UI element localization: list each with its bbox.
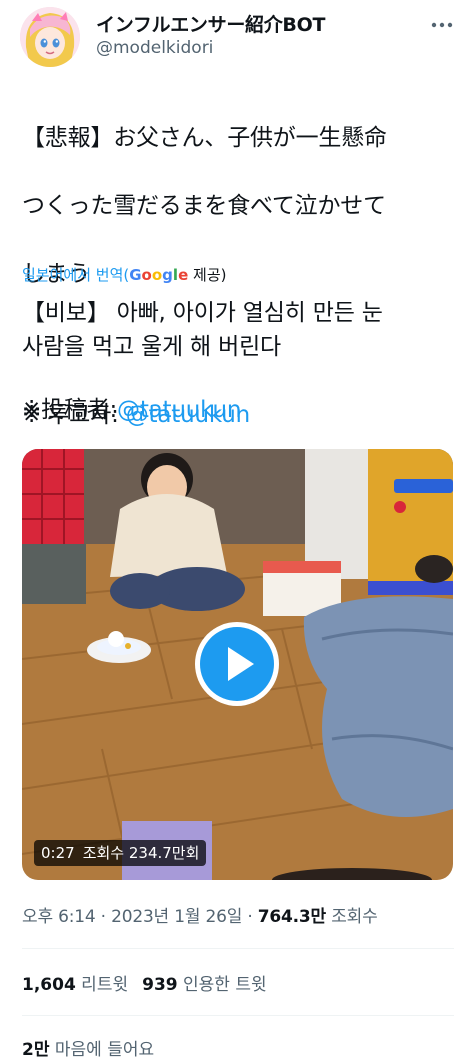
translated-poster-credit: ※ 투고자: @tatuukun <box>22 398 462 432</box>
profile-avatar[interactable] <box>20 7 80 67</box>
retweets-stat[interactable]: 1,604 리트윗 <box>22 975 128 995</box>
play-button[interactable] <box>195 622 279 706</box>
video-view-count: 조회수 234.7만회 <box>82 844 200 862</box>
views-count: 764.3만 <box>257 907 326 927</box>
tweet-date[interactable]: 2023년 1월 26일 <box>111 907 242 927</box>
retweets-label: 리트윗 <box>75 975 129 995</box>
display-name[interactable]: インフルエンサー紹介BOT <box>96 10 325 37</box>
translated-poster-prefix: ※ 투고자: <box>22 402 126 428</box>
translated-text-line: 사람을 먹고 울게 해 버린다 <box>22 334 282 360</box>
more-horizontal-icon[interactable] <box>430 14 454 28</box>
tweet-text-line: つくった雪だるまを食べて泣かせて <box>22 193 386 219</box>
likes-count: 2만 <box>22 1040 50 1060</box>
avatar-illustration <box>20 7 80 67</box>
translation-source-label: 일본어에서 번역( <box>22 266 130 284</box>
user-handle[interactable]: @modelkidori <box>96 38 213 58</box>
likes-stat[interactable]: 2만 마음에 들어요 <box>22 1035 154 1060</box>
translated-text: 【비보】 아빠, 아이가 열심히 만든 눈 사람을 먹고 울게 해 버린다 ※ … <box>22 296 462 432</box>
translated-poster-mention-link[interactable]: @tatuukun <box>126 402 250 428</box>
video-player[interactable]: 0:27 조회수 234.7만회 <box>22 449 453 880</box>
engagement-stats: 1,604 리트윗 939 인용한 트윗 <box>22 970 267 995</box>
translated-text-blank <box>22 364 462 398</box>
quotes-count: 939 <box>142 975 178 995</box>
divider <box>22 948 454 949</box>
meta-separator: · <box>95 907 112 927</box>
video-duration: 0:27 <box>41 844 75 862</box>
tweet-meta: 오후 6:14 · 2023년 1월 26일 · 764.3만 조회수 <box>22 902 378 927</box>
meta-separator: · <box>242 907 258 927</box>
translated-text-line: 【비보】 아빠, 아이가 열심히 만든 눈 <box>22 300 383 326</box>
play-triangle <box>228 647 254 681</box>
tweet-text-line: 【悲報】お父さん、子供が一生懸命 <box>22 125 387 151</box>
google-logo: Google <box>129 266 189 284</box>
play-icon <box>200 627 274 701</box>
divider <box>22 1015 454 1016</box>
video-info-badge: 0:27 조회수 234.7만회 <box>34 840 207 866</box>
translation-attribution[interactable]: 일본어에서 번역(Google 제공) <box>22 264 227 285</box>
quotes-stat[interactable]: 939 인용한 트윗 <box>142 975 267 995</box>
retweets-count: 1,604 <box>22 975 76 995</box>
quotes-label: 인용한 트윗 <box>177 975 267 995</box>
tweet-header: インフルエンサー紹介BOT @modelkidori <box>0 0 474 80</box>
translation-provider-suffix: 제공) <box>188 266 227 284</box>
tweet-time[interactable]: 오후 6:14 <box>22 907 96 927</box>
views-label: 조회수 <box>325 907 378 927</box>
likes-label: 마음에 들어요 <box>49 1040 155 1060</box>
